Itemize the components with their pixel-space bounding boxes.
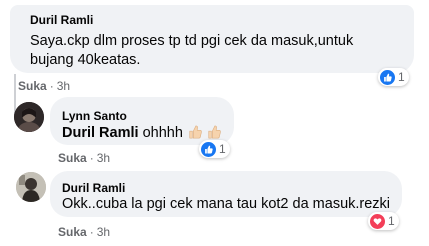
comment-meta: Suka · 3h [58,225,111,239]
reaction-count: 1 [398,70,405,84]
comment-bubble: Duril Ramli Okk..cuba la pgi cek mana ta… [50,171,402,217]
comment-timestamp[interactable]: 3h [57,79,70,93]
thumbs-up-emoji-icon [208,125,221,139]
comment-text: Okk..cuba la pgi cek mana tau kot2 da ma… [62,196,391,212]
mention-link[interactable]: Duril Ramli [62,125,139,141]
comment-meta: Suka · 3h [18,79,71,93]
comment-text-line: bujang 40keatas. [30,52,141,68]
like-icon [380,69,395,85]
comment-text-body: ohhhh [142,125,183,141]
reaction-count-pill[interactable]: 1 [378,68,409,86]
like-button[interactable]: Suka [58,225,87,239]
like-icon [201,141,216,157]
comment-author[interactable]: Lynn Santo [62,109,127,123]
comment-text: Duril Ramli ohhhh [62,124,221,143]
like-button[interactable]: Suka [18,79,47,93]
thumbs-up-emoji-icon [189,125,202,139]
comment-author[interactable]: Duril Ramli [62,181,125,195]
reaction-count: 1 [388,214,395,228]
comment-text-line: Saya.ckp dlm proses tp td pgi cek da mas… [30,33,354,49]
comment-author[interactable]: Duril Ramli [30,13,93,27]
comment-bubble: Lynn Santo Duril Ramli ohhhh [50,97,234,145]
reaction-count-pill[interactable]: 1 [199,140,230,158]
comment-timestamp[interactable]: 3h [97,225,110,239]
like-button[interactable]: Suka [58,151,87,165]
comment-meta: Suka · 3h [58,151,111,165]
avatar[interactable] [14,102,44,132]
avatar[interactable] [16,172,46,202]
love-icon [370,213,385,229]
comment-bubble: Duril Ramli Saya.ckp dlm proses tp td pg… [10,5,414,73]
reaction-count: 1 [219,142,226,156]
comment-timestamp[interactable]: 3h [97,151,110,165]
comment-text: Saya.ckp dlm proses tp td pgi cek da mas… [30,32,410,70]
reaction-count-pill[interactable]: 1 [368,212,399,230]
